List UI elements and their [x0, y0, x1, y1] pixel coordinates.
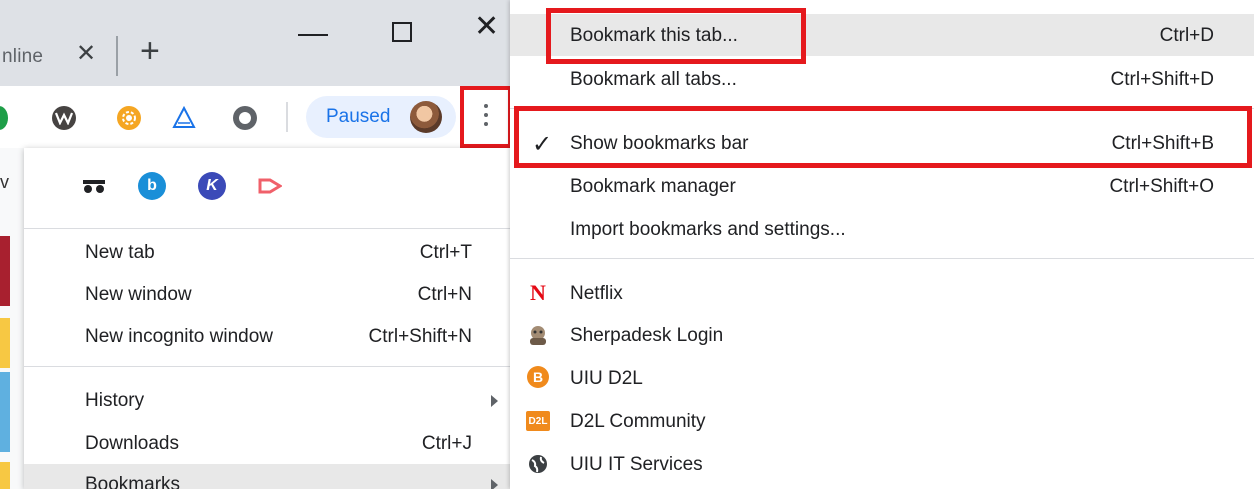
profile-status: Paused	[326, 106, 391, 127]
profile-paused-button[interactable]: Paused	[306, 96, 456, 138]
bookmark-d2l-community[interactable]: D2L D2L Community	[510, 400, 1254, 442]
globe-icon	[526, 452, 550, 476]
uiu-d2l-icon: B	[527, 366, 549, 388]
netflix-icon: N	[530, 280, 546, 305]
sherpadesk-icon	[526, 323, 550, 347]
menu-item-label: New incognito window	[85, 326, 273, 347]
d2l-community-icon: D2L	[526, 411, 550, 431]
tab-strip: nline ✕ + ✕	[0, 0, 510, 86]
tab-title: nline	[2, 46, 44, 67]
menu-item-shortcut: Ctrl+Shift+D	[1110, 69, 1214, 90]
menu-item-label: Bookmark all tabs...	[570, 69, 737, 90]
highlight-bookmark-this-tab	[546, 8, 806, 64]
bookmark-netflix[interactable]: N Netflix	[510, 272, 1254, 314]
page-strip-red	[0, 236, 10, 306]
toolbar-separator	[286, 102, 288, 132]
bookmark-manager-item[interactable]: Bookmark manager Ctrl+Shift+O	[510, 165, 1254, 207]
menu-item-label: History	[85, 390, 145, 411]
arrow-extension-icon[interactable]	[256, 172, 284, 200]
bookmarks-submenu: Bookmark this tab... Ctrl+D Bookmark all…	[510, 0, 1254, 489]
menu-item-shortcut: Ctrl+Shift+O	[1109, 176, 1214, 197]
menu-extensions-row: b K	[24, 148, 510, 220]
page-strip-blue	[0, 372, 10, 452]
menu-item-new-window[interactable]: New window Ctrl+N	[24, 274, 510, 316]
chrome-main-menu: b K New tab Ctrl+T New window Ctrl+N New…	[24, 148, 510, 489]
menu-item-new-tab[interactable]: New tab Ctrl+T	[24, 232, 510, 274]
import-bookmarks-item[interactable]: Import bookmarks and settings...	[510, 208, 1254, 250]
menu-item-label: Downloads	[85, 433, 179, 454]
menu-item-shortcut: Ctrl+Shift+N	[368, 326, 472, 347]
bookmark-label: D2L Community	[570, 411, 706, 432]
bookmark-label: UIU D2L	[570, 368, 643, 389]
k-extension-icon[interactable]: K	[198, 172, 226, 200]
bookmark-label: UIU IT Services	[570, 454, 703, 475]
bookmark-label: Sherpadesk Login	[570, 325, 724, 346]
window-close-icon[interactable]: ✕	[474, 12, 499, 42]
menu-item-downloads[interactable]: Downloads Ctrl+J	[24, 423, 510, 465]
page-strip-yellow-2	[0, 462, 10, 489]
menu-item-label: New tab	[85, 242, 155, 263]
menu-divider	[510, 258, 1254, 259]
incognito-glasses-icon[interactable]	[80, 172, 108, 200]
menu-item-bookmarks[interactable]: Bookmarks	[24, 464, 510, 489]
highlight-show-bookmarks-bar	[514, 106, 1252, 168]
tab-separator	[116, 36, 118, 76]
menu-item-label: Import bookmarks and settings...	[570, 219, 846, 240]
avatar	[410, 101, 442, 133]
minimize-icon[interactable]	[298, 34, 328, 36]
bookmark-all-tabs-item[interactable]: Bookmark all tabs... Ctrl+Shift+D	[510, 58, 1254, 100]
menu-divider	[24, 228, 510, 229]
browser-tab[interactable]: nline ✕	[0, 0, 126, 86]
page-strip-yellow	[0, 318, 10, 368]
menu-item-shortcut: Ctrl+D	[1159, 25, 1214, 46]
kebab-menu-icon[interactable]	[484, 104, 488, 131]
menu-item-shortcut: Ctrl+T	[419, 242, 472, 263]
menu-item-new-incognito-window[interactable]: New incognito window Ctrl+Shift+N	[24, 316, 510, 358]
submenu-arrow-icon	[491, 479, 498, 489]
menu-item-label: New window	[85, 284, 192, 305]
menu-item-label: Bookmarks	[85, 474, 181, 489]
menu-divider	[24, 366, 510, 367]
tab-close-icon[interactable]: ✕	[76, 42, 96, 66]
new-tab-button[interactable]: +	[140, 34, 160, 68]
page-letter: v	[0, 172, 9, 192]
maximize-icon[interactable]	[392, 22, 412, 42]
submenu-arrow-icon	[491, 395, 498, 407]
menu-item-label: Bookmark manager	[570, 176, 736, 197]
menu-item-history[interactable]: History	[24, 380, 510, 422]
partial-extension-icon[interactable]	[0, 106, 8, 130]
b-extension-icon[interactable]: b	[138, 172, 166, 200]
triangle-extension-icon[interactable]	[172, 106, 196, 130]
bookmark-label: Netflix	[570, 283, 623, 304]
wordpress-icon[interactable]	[52, 106, 76, 130]
bookmark-uiu-it-services[interactable]: UIU IT Services	[510, 443, 1254, 485]
menu-item-shortcut: Ctrl+J	[421, 433, 472, 454]
gear-extension-icon[interactable]	[117, 106, 141, 130]
bookmark-sherpadesk[interactable]: Sherpadesk Login	[510, 314, 1254, 356]
bookmark-uiu-d2l[interactable]: B UIU D2L	[510, 357, 1254, 399]
menu-item-shortcut: Ctrl+N	[417, 284, 472, 305]
circle-extension-icon[interactable]	[233, 106, 257, 130]
browser-toolbar: Paused	[0, 86, 510, 148]
